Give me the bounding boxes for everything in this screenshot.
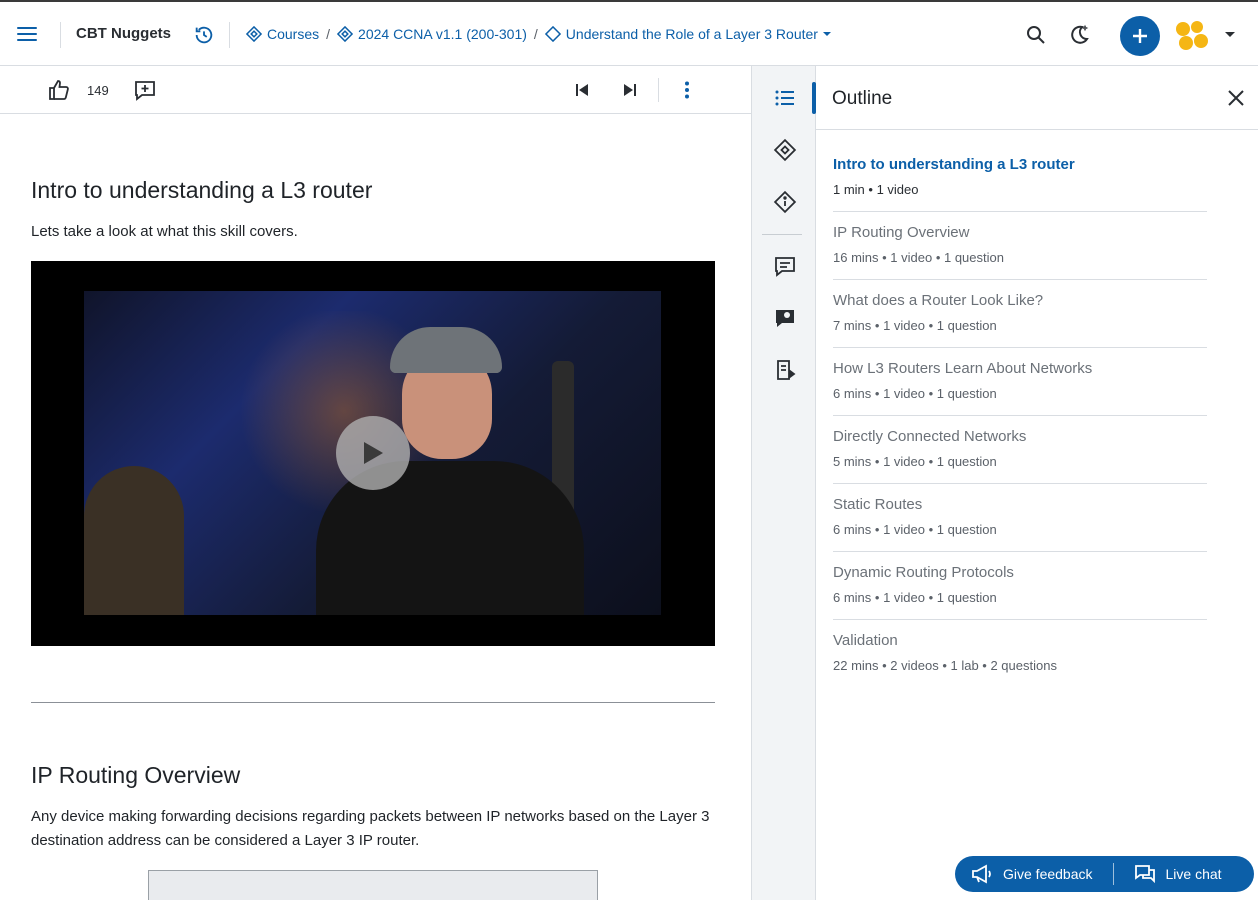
like-count: 149 [87, 83, 109, 98]
comments-icon[interactable] [773, 254, 797, 278]
breadcrumb: Courses / 2024 CCNA v1.1 (200-301) / Und… [246, 26, 837, 42]
outline-item-title: IP Routing Overview [833, 224, 970, 241]
outline-item-title: Validation [833, 632, 898, 649]
content-toolbar: 149 [0, 66, 751, 114]
close-icon[interactable] [1226, 88, 1246, 108]
outline-item-meta: 5 mins • 1 video • 1 question [833, 454, 997, 469]
divider [658, 78, 659, 102]
thumbnail-decor [390, 327, 502, 373]
network-diagram-image [148, 870, 598, 900]
live-chat-button[interactable]: Live chat [1134, 856, 1222, 892]
caret-down-icon [822, 32, 831, 36]
outline-item[interactable]: What does a Router Look Like? 7 mins • 1… [833, 280, 1207, 348]
play-button[interactable] [336, 416, 410, 490]
breadcrumb-course[interactable]: 2024 CCNA v1.1 (200-301) [337, 26, 527, 42]
outline-item-title: Intro to understanding a L3 router [833, 156, 1075, 173]
video-player[interactable] [31, 261, 715, 646]
section-title: IP Routing Overview [31, 762, 241, 788]
add-comment-icon[interactable] [133, 78, 157, 102]
brand-name[interactable]: CBT Nuggets [76, 25, 171, 42]
megaphone-icon [972, 864, 991, 884]
divider [762, 234, 802, 235]
outline-list-icon[interactable] [773, 86, 797, 110]
divider [229, 22, 230, 48]
section-text: Any device making forwarding decisions r… [31, 808, 710, 849]
outline-item-meta: 6 mins • 1 video • 1 question [833, 386, 997, 401]
plus-icon [1133, 29, 1147, 43]
diamond-grid-icon [337, 26, 354, 42]
outline-list: Intro to understanding a L3 router 1 min… [833, 144, 1207, 688]
feedback-icon[interactable] [773, 306, 797, 330]
outline-item[interactable]: Validation 22 mins • 2 videos • 1 lab • … [833, 620, 1207, 688]
outline-item[interactable]: Intro to understanding a L3 router 1 min… [833, 144, 1207, 212]
lesson-content[interactable]: Intro to understanding a L3 router Lets … [0, 115, 751, 900]
more-vert-icon[interactable] [675, 78, 699, 102]
breadcrumb-courses[interactable]: Courses [246, 26, 319, 42]
outline-item-meta: 6 mins • 1 video • 1 question [833, 522, 997, 537]
divider [1112, 863, 1114, 885]
outline-item-title: Directly Connected Networks [833, 428, 1027, 445]
outline-item-meta: 22 mins • 2 videos • 1 lab • 2 questions [833, 658, 1057, 673]
outline-item-title: Dynamic Routing Protocols [833, 564, 1014, 581]
dark-mode-icon[interactable] [1067, 23, 1091, 47]
caret-down-icon[interactable] [1224, 30, 1236, 40]
section-divider [31, 702, 715, 703]
thumbs-up-icon[interactable] [47, 78, 71, 102]
chat-icon [1134, 865, 1155, 884]
outline-item[interactable]: IP Routing Overview 16 mins • 1 video • … [833, 212, 1207, 280]
skip-previous-icon[interactable] [570, 78, 594, 102]
course-diamond-icon[interactable] [773, 138, 797, 162]
outline-item-title: How L3 Routers Learn About Networks [833, 360, 1093, 377]
transcript-icon[interactable] [773, 358, 797, 382]
breadcrumb-label: 2024 CCNA v1.1 (200-301) [358, 26, 527, 42]
thumbnail-decor [84, 466, 184, 615]
add-button[interactable] [1120, 16, 1160, 56]
outline-item[interactable]: Directly Connected Networks 5 mins • 1 v… [833, 416, 1207, 484]
breadcrumb-label: Understand the Role of a Layer 3 Router [565, 26, 818, 42]
search-icon[interactable] [1024, 23, 1048, 47]
divider [60, 22, 61, 48]
avatar[interactable] [1174, 19, 1210, 53]
outline-item-meta: 6 mins • 1 video • 1 question [833, 590, 997, 605]
info-diamond-icon[interactable] [773, 190, 797, 214]
outline-title: Outline [832, 88, 893, 109]
outline-header: Outline [816, 66, 1258, 130]
skip-next-icon[interactable] [618, 78, 642, 102]
section-text: Lets take a look at what this skill cove… [31, 223, 298, 240]
give-feedback-label: Give feedback [1003, 866, 1093, 882]
outline-item[interactable]: Static Routes 6 mins • 1 video • 1 quest… [833, 484, 1207, 552]
side-rail [751, 66, 816, 900]
breadcrumb-separator: / [533, 26, 538, 42]
live-chat-label: Live chat [1165, 866, 1222, 882]
outline-item[interactable]: Dynamic Routing Protocols 6 mins • 1 vid… [833, 552, 1207, 620]
feedback-chat-pill: Give feedback Live chat [955, 856, 1254, 892]
give-feedback-button[interactable]: Give feedback [955, 856, 1093, 892]
diamond-icon [544, 26, 561, 42]
menu-icon[interactable] [16, 24, 38, 44]
outline-item-title: Static Routes [833, 496, 923, 513]
top-bar: CBT Nuggets Courses / 2024 CCNA v1.1 (20… [0, 0, 1258, 66]
outline-item-title: What does a Router Look Like? [833, 292, 1044, 309]
outline-item-meta: 16 mins • 1 video • 1 question [833, 250, 1004, 265]
breadcrumb-separator: / [326, 26, 331, 42]
play-icon [364, 442, 383, 464]
outline-item[interactable]: How L3 Routers Learn About Networks 6 mi… [833, 348, 1207, 416]
outline-item-meta: 1 min • 1 video [833, 182, 919, 197]
breadcrumb-skill[interactable]: Understand the Role of a Layer 3 Router [544, 26, 837, 42]
section-title: Intro to understanding a L3 router [31, 177, 373, 203]
history-icon[interactable] [193, 24, 215, 46]
outline-item-meta: 7 mins • 1 video • 1 question [833, 318, 997, 333]
breadcrumb-label: Courses [267, 26, 320, 42]
diamond-grid-icon [246, 26, 262, 42]
